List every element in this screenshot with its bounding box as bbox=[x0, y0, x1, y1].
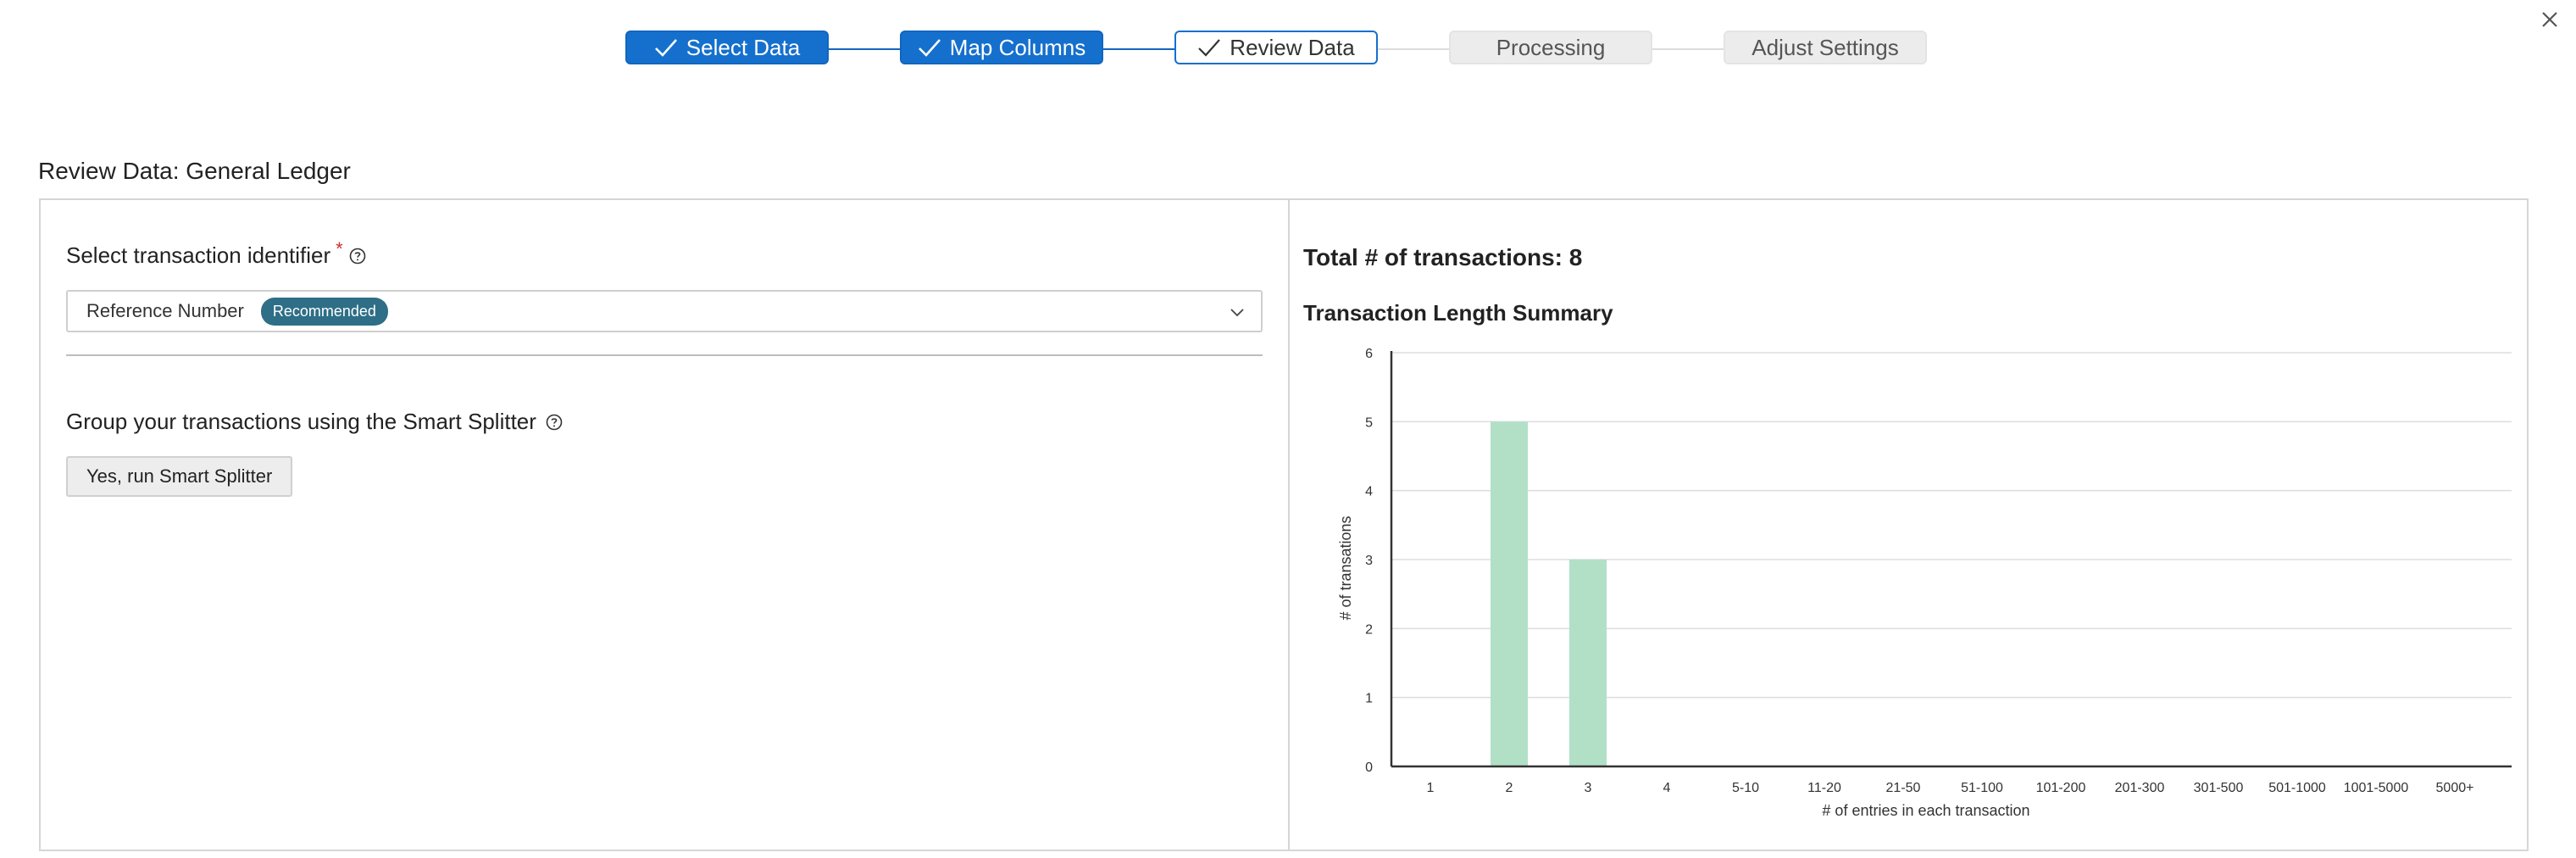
y-tick-label: 0 bbox=[1365, 760, 1373, 775]
section-divider bbox=[66, 354, 1263, 356]
required-mark: * bbox=[336, 237, 343, 259]
y-tick-label: 4 bbox=[1365, 485, 1373, 499]
recommended-badge: Recommended bbox=[260, 297, 388, 326]
page-title: Review Data: General Ledger bbox=[38, 158, 351, 184]
check-icon bbox=[654, 39, 677, 57]
step-connector bbox=[1103, 48, 1174, 50]
y-tick-label: 6 bbox=[1365, 347, 1373, 361]
help-icon[interactable] bbox=[348, 247, 367, 265]
summary-section: Total # of transactions: 8 Transaction L… bbox=[1303, 200, 2523, 850]
step-connector bbox=[1652, 48, 1724, 50]
step-label: Adjust Settings bbox=[1752, 34, 1899, 60]
x-tick-label: 1 bbox=[1427, 781, 1435, 795]
panel-divider bbox=[1288, 200, 1290, 850]
check-icon bbox=[918, 39, 941, 57]
y-tick-label: 3 bbox=[1365, 554, 1373, 568]
step-connector bbox=[1378, 48, 1449, 50]
y-tick-label: 1 bbox=[1365, 692, 1373, 706]
step-label: Review Data bbox=[1230, 34, 1355, 60]
y-tick-label: 2 bbox=[1365, 622, 1373, 637]
x-tick-label: 21-50 bbox=[1886, 781, 1921, 795]
progress-stepper: Select Data Map Columns Review Data Proc… bbox=[0, 31, 2576, 68]
bar bbox=[1491, 421, 1528, 766]
x-tick-label: 4 bbox=[1663, 781, 1671, 795]
identifier-label: Select transaction identifier bbox=[66, 242, 331, 268]
step-label: Processing bbox=[1496, 34, 1606, 60]
step-label: Select Data bbox=[686, 34, 801, 60]
step-map-columns[interactable]: Map Columns bbox=[900, 31, 1103, 64]
transaction-length-chart: 0 1 2 3 4 5 6 1 2 3 4 5-10 11-20 21-50 51-100 101-200 20… bbox=[1337, 347, 2512, 819]
selected-value: Reference Number bbox=[86, 300, 244, 321]
total-transactions: Total # of transactions: 8 bbox=[1303, 244, 1583, 270]
step-connector bbox=[829, 48, 900, 50]
x-tick-label: 1001-5000 bbox=[2344, 781, 2409, 795]
chart-heading: Transaction Length Summary bbox=[1303, 300, 1613, 326]
y-tick-label: 5 bbox=[1365, 415, 1373, 430]
x-tick-label: 501-1000 bbox=[2268, 781, 2326, 795]
x-tick-label: 11-20 bbox=[1807, 781, 1841, 795]
y-axis-label: # of transations bbox=[1337, 515, 1354, 620]
bar bbox=[1569, 560, 1607, 766]
step-processing: Processing bbox=[1449, 31, 1652, 64]
transaction-identifier-select[interactable]: Reference Number Recommended bbox=[66, 290, 1263, 332]
x-tick-label: 5-10 bbox=[1732, 781, 1759, 795]
step-review-data[interactable]: Review Data bbox=[1174, 31, 1378, 64]
chevron-down-icon bbox=[1230, 309, 1244, 317]
step-select-data[interactable]: Select Data bbox=[625, 31, 829, 64]
x-tick-label: 3 bbox=[1585, 781, 1592, 795]
smart-splitter-label: Group your transactions using the Smart … bbox=[66, 409, 536, 434]
smart-splitter-label-row: Group your transactions using the Smart … bbox=[66, 409, 564, 435]
step-label: Map Columns bbox=[949, 34, 1086, 60]
help-icon[interactable] bbox=[545, 413, 564, 432]
check-icon bbox=[1198, 39, 1221, 57]
x-tick-label: 201-300 bbox=[2115, 781, 2165, 795]
x-tick-label: 2 bbox=[1506, 781, 1513, 795]
step-adjust-settings: Adjust Settings bbox=[1724, 31, 1927, 64]
x-tick-label: 101-200 bbox=[2036, 781, 2086, 795]
x-axis-label: # of entries in each transaction bbox=[1822, 802, 2029, 819]
x-tick-label: 301-500 bbox=[2194, 781, 2244, 795]
run-smart-splitter-button[interactable]: Yes, run Smart Splitter bbox=[66, 456, 293, 497]
identifier-label-row: Select transaction identifier * bbox=[66, 238, 367, 269]
x-tick-label: 5000+ bbox=[2436, 781, 2474, 795]
x-tick-label: 51-100 bbox=[1961, 781, 2003, 795]
close-button[interactable] bbox=[2535, 5, 2564, 34]
close-icon bbox=[2542, 12, 2557, 27]
review-panel: Select transaction identifier * Referenc… bbox=[39, 198, 2529, 851]
